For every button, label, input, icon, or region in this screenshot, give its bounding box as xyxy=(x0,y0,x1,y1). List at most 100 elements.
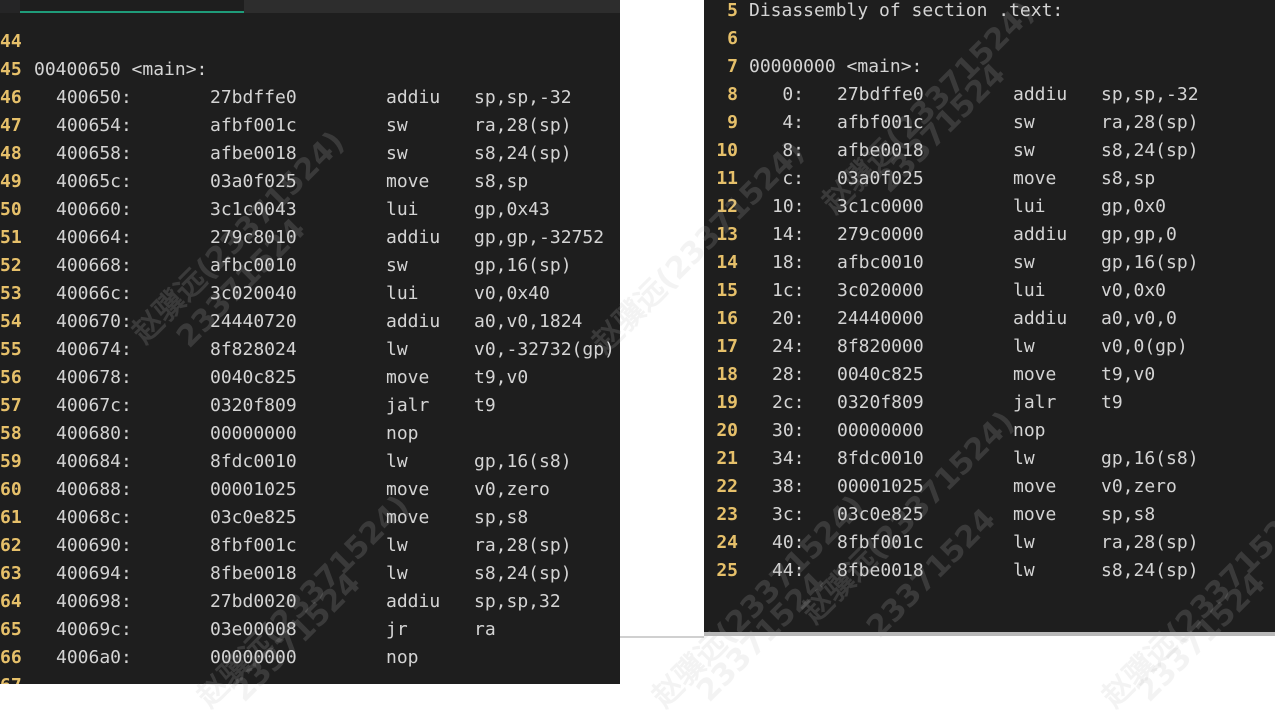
instruction-address: 30: xyxy=(772,420,805,441)
instruction-operands: t9,v0 xyxy=(474,367,529,388)
instruction-hex: 27bdffe0 xyxy=(210,87,297,108)
section-header-text: Disassembly of section .text: xyxy=(749,0,1064,21)
instruction-address: 1c: xyxy=(772,280,805,301)
instruction-address: 400664: xyxy=(56,227,132,248)
instruction-mnemonic: sw xyxy=(386,255,408,276)
instruction-operands: s8,sp xyxy=(474,171,529,192)
tab-strip-background xyxy=(244,0,620,13)
instruction-address: 40067c: xyxy=(56,395,132,416)
line-number: 10 xyxy=(716,140,738,161)
line-number: 55 xyxy=(0,339,22,360)
instruction-operands: gp,16(s8) xyxy=(1101,448,1199,469)
instruction-mnemonic: addiu xyxy=(386,227,441,248)
line-number: 62 xyxy=(0,535,22,556)
instruction-mnemonic: lw xyxy=(386,451,408,472)
instruction-address: 400674: xyxy=(56,339,132,360)
instruction-mnemonic: jr xyxy=(386,619,408,640)
instruction-operands: s8,24(sp) xyxy=(1101,560,1199,581)
instruction-mnemonic: lw xyxy=(1013,560,1035,581)
instruction-mnemonic: addiu xyxy=(386,87,441,108)
instruction-mnemonic: nop xyxy=(1013,420,1046,441)
line-number: 66 xyxy=(0,647,22,668)
instruction-hex: 279c8010 xyxy=(210,227,297,248)
instruction-address: 400668: xyxy=(56,255,132,276)
instruction-mnemonic: sw xyxy=(386,143,408,164)
line-number: 23 xyxy=(716,504,738,525)
instruction-operands: v0,-32732(gp) xyxy=(474,339,615,360)
line-number: 60 xyxy=(0,479,22,500)
line-number: 18 xyxy=(716,364,738,385)
instruction-mnemonic: lw xyxy=(1013,448,1035,469)
instruction-hex: afbe0018 xyxy=(210,143,297,164)
instruction-address: 400694: xyxy=(56,563,132,584)
instruction-mnemonic: sw xyxy=(1013,252,1035,273)
instruction-address: 4006a0: xyxy=(56,647,132,668)
instruction-operands: ra,28(sp) xyxy=(474,535,572,556)
instruction-operands: sp,s8 xyxy=(474,507,529,528)
instruction-operands: gp,gp,-32752 xyxy=(474,227,605,248)
instruction-operands: v0,0x40 xyxy=(474,283,550,304)
instruction-mnemonic: lui xyxy=(386,283,419,304)
instruction-operands: sp,sp,32 xyxy=(474,591,561,612)
instruction-operands: a0,v0,1824 xyxy=(474,311,583,332)
instruction-address: c: xyxy=(782,168,804,189)
instruction-mnemonic: move xyxy=(386,479,430,500)
line-number: 20 xyxy=(716,420,738,441)
instruction-operands: t9 xyxy=(474,395,496,416)
instruction-hex: 3c020000 xyxy=(837,280,924,301)
right-editor-pane: 5 Disassembly of section .text: 6 7 00000000… xyxy=(704,0,1275,632)
instruction-hex: 24440000 xyxy=(837,308,924,329)
line-number: 51 xyxy=(0,227,22,248)
instruction-hex: 0320f809 xyxy=(837,392,924,413)
line-number: 53 xyxy=(0,283,22,304)
instruction-address: 40069c: xyxy=(56,619,132,640)
instruction-hex: 27bdffe0 xyxy=(837,84,924,105)
instruction-address: 400688: xyxy=(56,479,132,500)
instruction-mnemonic: move xyxy=(1013,476,1057,497)
instruction-mnemonic: move xyxy=(386,507,430,528)
instruction-hex: 8f828024 xyxy=(210,339,297,360)
instruction-address: 400684: xyxy=(56,451,132,472)
instruction-address: 40: xyxy=(772,532,805,553)
instruction-operands: ra,28(sp) xyxy=(474,115,572,136)
instruction-operands: s8,24(sp) xyxy=(474,143,572,164)
line-number: 12 xyxy=(716,196,738,217)
instruction-mnemonic: jalr xyxy=(386,395,430,416)
instruction-hex: 8fbe0018 xyxy=(210,563,297,584)
instruction-operands: gp,0x0 xyxy=(1101,196,1167,217)
instruction-hex: 27bd0020 xyxy=(210,591,297,612)
instruction-operands: sp,s8 xyxy=(1101,504,1156,525)
instruction-hex: 0040c825 xyxy=(837,364,924,385)
instruction-operands: s8,24(sp) xyxy=(1101,140,1199,161)
instruction-hex: afbf001c xyxy=(210,115,297,136)
active-editor-tab[interactable] xyxy=(20,0,244,13)
instruction-hex: 279c0000 xyxy=(837,224,924,245)
instruction-operands: ra xyxy=(474,619,496,640)
instruction-hex: 03a0f025 xyxy=(837,168,924,189)
instruction-mnemonic: lw xyxy=(386,535,408,556)
line-number: 24 xyxy=(716,532,738,553)
line-number: 47 xyxy=(0,115,22,136)
line-number: 58 xyxy=(0,423,22,444)
line-number: 52 xyxy=(0,255,22,276)
instruction-operands: t9,v0 xyxy=(1101,364,1156,385)
instruction-operands: v0,0(gp) xyxy=(1101,336,1188,357)
instruction-hex: 03e00008 xyxy=(210,619,297,640)
instruction-operands: s8,24(sp) xyxy=(474,563,572,584)
instruction-address: 400690: xyxy=(56,535,132,556)
instruction-hex: afbf001c xyxy=(837,112,924,133)
editor-tab-strip xyxy=(0,0,620,13)
instruction-address: 8: xyxy=(782,140,804,161)
instruction-hex: 00000000 xyxy=(210,647,297,668)
instruction-mnemonic: addiu xyxy=(386,311,441,332)
instruction-operands: v0,0x0 xyxy=(1101,280,1167,301)
instruction-mnemonic: lui xyxy=(386,199,419,220)
instruction-hex: 00001025 xyxy=(210,479,297,500)
instruction-hex: 00000000 xyxy=(210,423,297,444)
instruction-hex: 8fdc0010 xyxy=(210,451,297,472)
instruction-mnemonic: move xyxy=(1013,364,1057,385)
instruction-address: 400680: xyxy=(56,423,132,444)
instruction-address: 40066c: xyxy=(56,283,132,304)
instruction-address: 400650: xyxy=(56,87,132,108)
line-number: 45 xyxy=(0,59,22,80)
